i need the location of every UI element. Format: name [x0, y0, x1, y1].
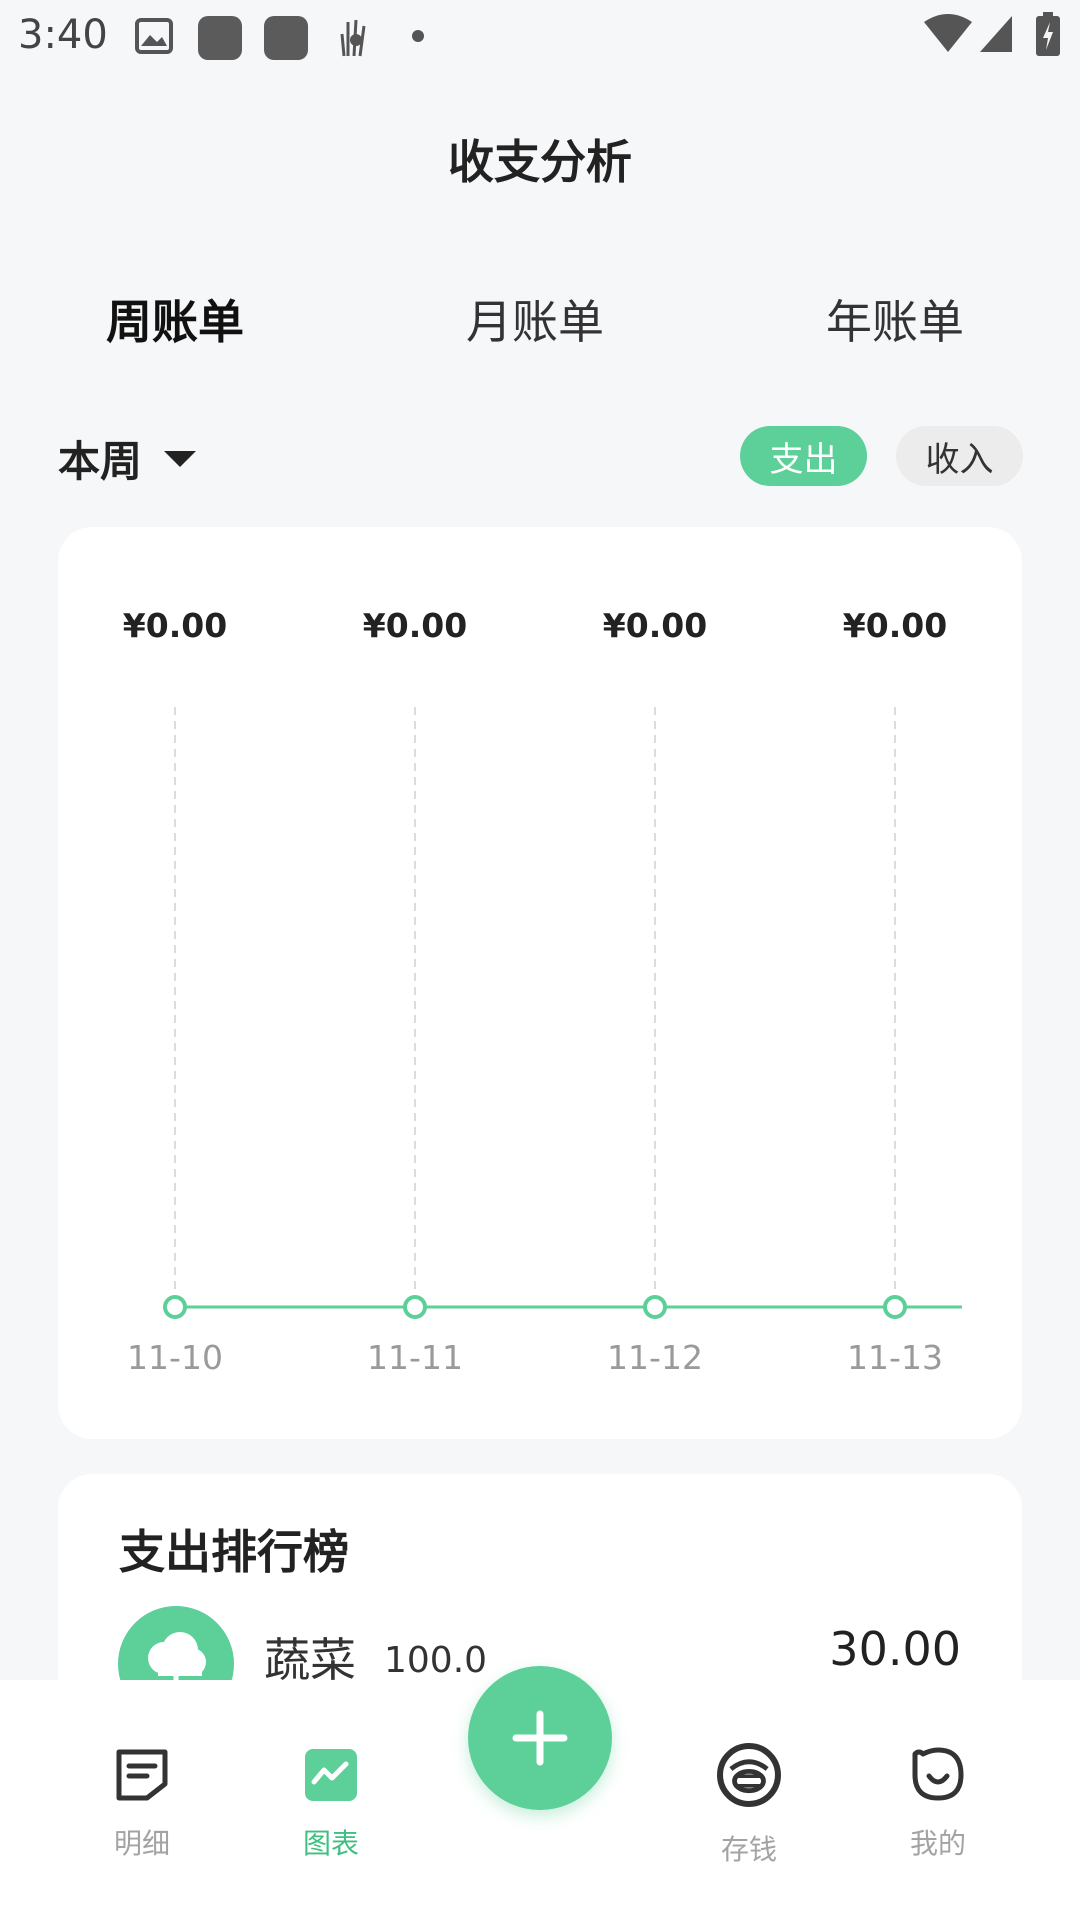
- dot-notification-icon: [412, 30, 424, 42]
- data-point: [403, 1295, 427, 1319]
- chart-icon: [305, 1749, 357, 1801]
- data-label: ¥0.00: [363, 606, 467, 645]
- nav-item-detail[interactable]: 明细: [72, 1746, 212, 1862]
- period-selector[interactable]: 本周: [58, 428, 197, 489]
- ranking-item-percent: 100.0: [384, 1640, 488, 1681]
- status-bar: 3:40: [0, 0, 1080, 72]
- app-notification-icon: [264, 16, 308, 60]
- wifi-icon: [924, 14, 972, 52]
- income-toggle[interactable]: 收入: [896, 426, 1023, 486]
- status-time: 3:40: [18, 12, 108, 58]
- page-title: 收支分析: [448, 135, 632, 189]
- savings-icon: [717, 1743, 781, 1807]
- x-tick-label: 11-13: [847, 1338, 943, 1377]
- cellular-signal-icon: [980, 16, 1012, 52]
- nav-label-profile: 我的: [909, 1827, 966, 1860]
- battery-icon: [1036, 12, 1060, 56]
- period-label: 本周: [58, 437, 143, 486]
- data-point: [643, 1295, 667, 1319]
- data-point: [163, 1295, 187, 1319]
- nav-label-detail: 明细: [113, 1827, 170, 1860]
- x-tick-label: 11-11: [367, 1338, 463, 1377]
- app-notification-icon: [198, 16, 242, 60]
- x-tick-label: 11-12: [607, 1338, 703, 1377]
- hand-notification-icon: [340, 19, 366, 57]
- tab-weekly[interactable]: 周账单: [106, 286, 244, 352]
- profile-icon: [912, 1747, 964, 1801]
- nav-item-chart[interactable]: 图表: [261, 1746, 401, 1862]
- tab-monthly[interactable]: 月账单: [466, 286, 604, 352]
- nav-label-savings: 存钱: [720, 1833, 777, 1866]
- data-point: [883, 1295, 907, 1319]
- data-label: ¥0.00: [603, 606, 707, 645]
- nav-item-savings[interactable]: 存钱: [679, 1743, 819, 1868]
- nav-label-chart: 图表: [302, 1827, 359, 1860]
- weekly-line-chart: ¥0.00 ¥0.00 ¥0.00 ¥0.00 11-10 11-11 11-12 11-13: [123, 606, 962, 1377]
- detail-icon: [116, 1749, 168, 1801]
- add-record-button[interactable]: [468, 1666, 612, 1810]
- plus-icon: [512, 1710, 568, 1766]
- ranking-item-amount: 30.00: [829, 1622, 961, 1676]
- chart-card: ¥0.00 ¥0.00 ¥0.00 ¥0.00 11-10 11-11 11-12 11-13: [58, 527, 1022, 1439]
- expense-toggle[interactable]: 支出: [740, 426, 867, 486]
- data-label: ¥0.00: [123, 606, 227, 645]
- ranking-title: 支出排行榜: [119, 1525, 349, 1579]
- caret-down-icon: [164, 450, 197, 467]
- nav-item-profile[interactable]: 我的: [868, 1746, 1008, 1862]
- x-tick-label: 11-10: [127, 1338, 223, 1377]
- image-notification-icon: [135, 18, 173, 54]
- tab-yearly[interactable]: 年账单: [826, 286, 964, 352]
- data-label: ¥0.00: [843, 606, 947, 645]
